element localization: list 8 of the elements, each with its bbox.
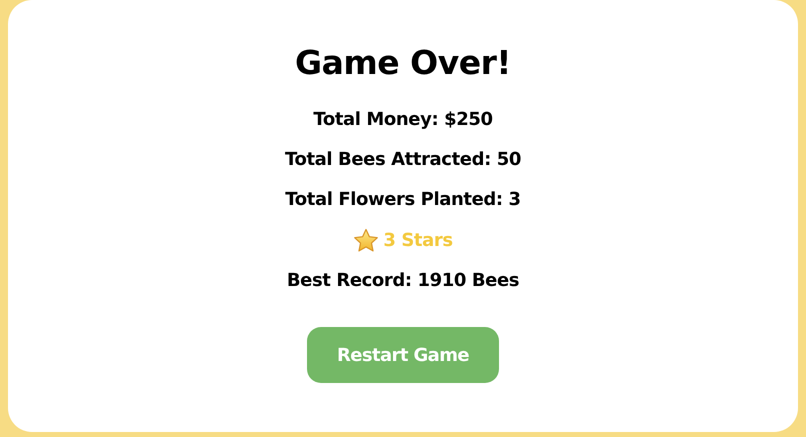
stars-text: 3 Stars xyxy=(383,228,453,252)
stat-text: Total Money: $250 xyxy=(313,108,493,132)
stat-text: Total Flowers Planted: 3 xyxy=(285,188,521,212)
game-over-title: Game Over! xyxy=(295,42,511,84)
stat-text: Best Record: 1910 Bees xyxy=(286,269,520,293)
stat-text: Total Bees Attracted: 50 xyxy=(284,148,521,172)
restart-button[interactable]: Restart Game xyxy=(307,327,499,383)
star-icon xyxy=(353,228,380,253)
